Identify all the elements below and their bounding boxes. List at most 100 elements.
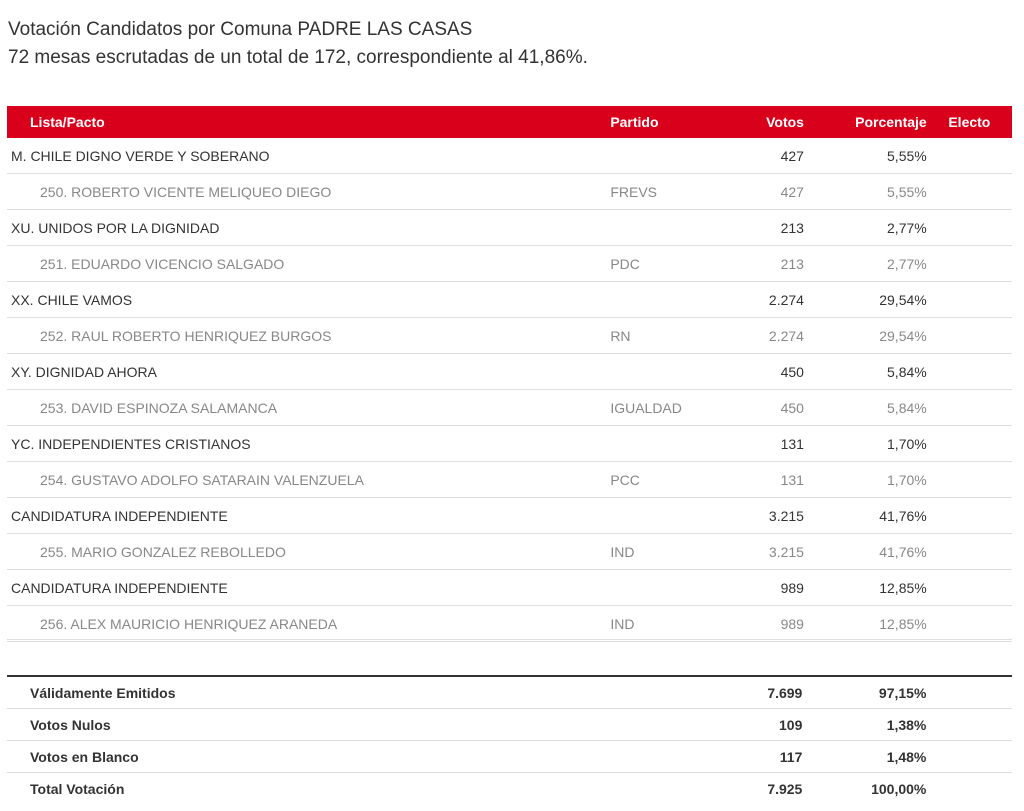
totals-electo-empty	[926, 708, 1012, 741]
votos-cell: 427	[726, 138, 804, 174]
totals-row: Total Votación 7.925 100,00%	[7, 773, 1012, 805]
partido-cell: IGUALDAD	[602, 389, 727, 426]
electo-cell	[926, 317, 1012, 354]
porcentaje-cell: 5,55%	[803, 173, 927, 210]
votos-cell: 989	[726, 605, 804, 642]
partido-cell: PCC	[602, 461, 727, 498]
porcentaje-cell: 5,84%	[803, 353, 927, 390]
electo-cell	[926, 353, 1012, 390]
totals-electo-empty	[926, 740, 1012, 773]
results-body: M. CHILE DIGNO VERDE Y SOBERANO 427 5,55% 2…	[7, 138, 1012, 642]
totals-votos: 7.699	[723, 676, 803, 709]
totals-electo-empty	[926, 773, 1012, 805]
partido-cell	[602, 569, 727, 606]
pacto-row: XX. CHILE VAMOS 2.274 29,54%	[7, 281, 1012, 318]
lista-cell: YC. INDEPENDIENTES CRISTIANOS	[7, 425, 603, 462]
porcentaje-cell: 1,70%	[803, 461, 927, 498]
totals-body: Válidamente Emitidos 7.699 97,15% Votos Nul…	[7, 676, 1012, 804]
column-header-partido[interactable]: Partido	[602, 106, 727, 138]
totals-porcentaje: 1,38%	[802, 708, 927, 741]
candidate-row: 251. EDUARDO VICENCIO SALGADO PDC 213 2,77%	[7, 245, 1012, 282]
candidate-row: 255. MARIO GONZALEZ REBOLLEDO IND 3.215 41,…	[7, 533, 1012, 570]
pacto-row: XU. UNIDOS POR LA DIGNIDAD 213 2,77%	[7, 209, 1012, 246]
candidate-row: 252. RAUL ROBERTO HENRIQUEZ BURGOS RN 2.27…	[7, 317, 1012, 354]
votos-cell: 450	[726, 389, 804, 426]
votos-cell: 427	[726, 173, 804, 210]
votos-cell: 3.215	[726, 533, 804, 570]
lista-cell: 254. GUSTAVO ADOLFO SATARAIN VALENZUELA	[7, 461, 603, 498]
votos-cell: 131	[726, 425, 804, 462]
pacto-row: M. CHILE DIGNO VERDE Y SOBERANO 427 5,55%	[7, 138, 1012, 174]
totals-partido-empty	[607, 740, 724, 773]
lista-cell: CANDIDATURA INDEPENDIENTE	[7, 497, 603, 534]
electo-cell	[926, 425, 1012, 462]
votos-cell: 131	[726, 461, 804, 498]
lista-cell: 253. DAVID ESPINOZA SALAMANCA	[7, 389, 603, 426]
lista-cell: 256. ALEX MAURICIO HENRIQUEZ ARANEDA	[7, 605, 603, 642]
partido-cell: IND	[602, 533, 727, 570]
totals-row: Válidamente Emitidos 7.699 97,15%	[7, 676, 1012, 709]
totals-votos: 7.925	[767, 780, 803, 797]
lista-cell: 252. RAUL ROBERTO HENRIQUEZ BURGOS	[7, 317, 603, 354]
candidate-row: 253. DAVID ESPINOZA SALAMANCA IGUALDAD 450…	[7, 389, 1012, 426]
electo-cell	[926, 497, 1012, 534]
partido-cell: IND	[602, 605, 727, 642]
lista-cell: CANDIDATURA INDEPENDIENTE	[7, 569, 603, 606]
electo-cell	[926, 209, 1012, 246]
lista-cell: 250. ROBERTO VICENTE MELIQUEO DIEGO	[7, 173, 603, 210]
porcentaje-cell: 12,85%	[803, 605, 927, 642]
totals-votos: 109	[723, 708, 803, 741]
electo-cell	[926, 605, 1012, 642]
electo-cell	[926, 389, 1012, 426]
porcentaje-cell: 2,77%	[803, 245, 927, 282]
electo-cell	[926, 281, 1012, 318]
totals-partido-empty	[607, 708, 724, 741]
totals-label: Válidamente Emitidos	[7, 676, 608, 709]
totals-porcentaje: 100,00%	[871, 780, 927, 797]
pacto-row: XY. DIGNIDAD AHORA 450 5,84%	[7, 353, 1012, 390]
pacto-row: YC. INDEPENDIENTES CRISTIANOS 131 1,70%	[7, 425, 1012, 462]
porcentaje-cell: 29,54%	[803, 281, 927, 318]
partido-cell: PDC	[602, 245, 727, 282]
candidate-row: 254. GUSTAVO ADOLFO SATARAIN VALENZUELA P…	[7, 461, 1012, 498]
totals-votos: 117	[723, 740, 803, 773]
pacto-row: CANDIDATURA INDEPENDIENTE 989 12,85%	[7, 569, 1012, 606]
votos-cell: 450	[726, 353, 804, 390]
column-header-porcentaje[interactable]: Porcentaje	[803, 106, 927, 138]
votos-cell: 2.274	[726, 317, 804, 354]
column-header-lista[interactable]: Lista/Pacto	[7, 106, 603, 138]
totals-electo-empty	[926, 676, 1012, 709]
lista-cell: 255. MARIO GONZALEZ REBOLLEDO	[7, 533, 603, 570]
partido-cell	[602, 353, 727, 390]
page-title: Votación Candidatos por Comuna PADRE LAS…	[8, 19, 473, 40]
candidate-row: 250. ROBERTO VICENTE MELIQUEO DIEGO FREVS…	[7, 173, 1012, 210]
partido-cell	[602, 281, 727, 318]
porcentaje-cell: 41,76%	[803, 497, 927, 534]
totals-porcentaje: 97,15%	[802, 676, 927, 709]
lista-cell: XU. UNIDOS POR LA DIGNIDAD	[7, 209, 603, 246]
porcentaje-cell: 12,85%	[803, 569, 927, 606]
column-header-electo[interactable]: Electo	[926, 106, 1012, 138]
porcentaje-cell: 5,55%	[803, 138, 927, 174]
table-header-row: Lista/Pacto Partido Votos Porcentaje Ele…	[7, 106, 1012, 138]
partido-cell	[602, 138, 727, 174]
votos-cell: 213	[726, 209, 804, 246]
lista-cell: 251. EDUARDO VICENCIO SALGADO	[7, 245, 603, 282]
page-subtitle: 72 mesas escrutadas de un total de 172, …	[8, 47, 588, 68]
votos-cell: 213	[726, 245, 804, 282]
porcentaje-cell: 5,84%	[803, 389, 927, 426]
totals-row: Votos en Blanco 117 1,48%	[7, 740, 1012, 773]
totals-table: Válidamente Emitidos 7.699 97,15% Votos Nul…	[7, 675, 1012, 804]
totals-row: Votos Nulos 109 1,38%	[7, 708, 1012, 741]
column-header-votos[interactable]: Votos	[726, 106, 804, 138]
totals-partido-empty	[607, 676, 724, 709]
electo-cell	[926, 173, 1012, 210]
votos-cell: 989	[726, 569, 804, 606]
lista-cell: XX. CHILE VAMOS	[7, 281, 603, 318]
partido-cell: RN	[602, 317, 727, 354]
electo-cell	[926, 569, 1012, 606]
totals-porcentaje: 1,48%	[802, 740, 927, 773]
porcentaje-cell: 1,70%	[803, 425, 927, 462]
pacto-row: CANDIDATURA INDEPENDIENTE 3.215 41,76%	[7, 497, 1012, 534]
table-divider	[7, 639, 1012, 640]
